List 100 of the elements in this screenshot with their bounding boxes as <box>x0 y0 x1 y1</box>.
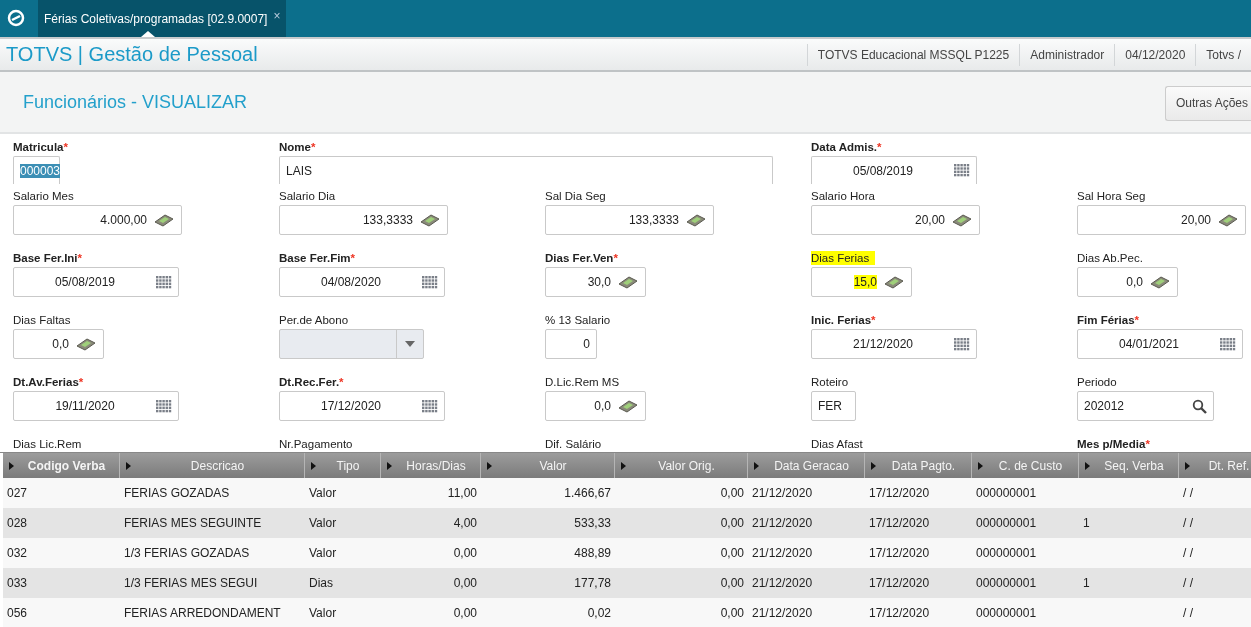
field-label: Dias Fer.Ven* <box>545 251 618 265</box>
table-cell: 17/12/2020 <box>869 546 930 560</box>
table-cell: 056 <box>7 606 28 620</box>
table-cell: 1.466,67 <box>564 486 611 500</box>
field-label: Dias Ab.Pec. <box>1077 251 1143 265</box>
date-field[interactable]: 05/08/2019 <box>13 267 179 297</box>
table-cell: 0,00 <box>453 546 477 560</box>
date-field[interactable]: 05/08/2019 <box>811 156 977 184</box>
calendar-icon[interactable] <box>954 164 970 177</box>
field-label: Fim Férias* <box>1077 313 1139 327</box>
calculator-icon[interactable] <box>685 213 707 227</box>
calendar-icon[interactable] <box>1220 337 1236 351</box>
logo-icon[interactable] <box>7 9 25 27</box>
search-field[interactable]: 202012 <box>1077 391 1214 421</box>
expand-arrow-icon[interactable] <box>126 461 131 470</box>
field-label: Inic. Ferias* <box>811 313 876 327</box>
table-cell: 0,00 <box>720 576 744 590</box>
table-cell: FERIAS ARREDONDAMENT <box>124 606 281 620</box>
table-cell: Valor <box>309 516 337 530</box>
table-cell: 21/12/2020 <box>752 486 813 500</box>
calculator-icon[interactable] <box>419 213 441 227</box>
number-field[interactable]: 30,0 <box>545 267 646 297</box>
calendar-icon[interactable] <box>422 399 438 413</box>
expand-arrow-icon[interactable] <box>754 461 759 470</box>
number-field[interactable]: 20,00 <box>1077 205 1246 235</box>
search-icon[interactable] <box>1192 398 1207 414</box>
expand-arrow-icon[interactable] <box>387 461 392 470</box>
close-icon[interactable]: × <box>273 8 281 23</box>
expand-arrow-icon[interactable] <box>311 461 316 470</box>
table-cell: 4,00 <box>453 516 477 530</box>
field-label: Matricula* <box>13 140 68 154</box>
table-cell: 0,00 <box>720 546 744 560</box>
calculator-icon[interactable] <box>951 213 973 227</box>
table-cell: 21/12/2020 <box>752 516 813 530</box>
text-field[interactable]: 000003 <box>13 156 60 184</box>
calculator-icon[interactable] <box>153 213 175 227</box>
table-cell: Valor <box>309 606 337 620</box>
field-label: Mes p/Media* <box>1077 437 1150 451</box>
calculator-icon[interactable] <box>883 275 905 289</box>
expand-arrow-icon[interactable] <box>9 461 14 470</box>
table-cell: Valor <box>309 546 337 560</box>
field-label: Sal Hora Seg <box>1077 189 1146 203</box>
calculator-icon[interactable] <box>1149 275 1171 289</box>
expand-arrow-icon[interactable] <box>487 461 492 470</box>
date-field[interactable]: 19/11/2020 <box>13 391 179 421</box>
calendar-icon[interactable] <box>422 275 438 289</box>
field-label: Dias Afast <box>811 437 863 451</box>
field-label: Base Fer.Fim* <box>279 251 356 265</box>
calendar-icon[interactable] <box>954 337 970 351</box>
table-cell: FERIAS MES SEGUINTE <box>124 516 262 530</box>
number-field[interactable]: 133,3333 <box>279 205 448 235</box>
expand-arrow-icon[interactable] <box>621 461 626 470</box>
calculator-icon[interactable] <box>1217 213 1239 227</box>
table-cell: 17/12/2020 <box>869 576 930 590</box>
page-title: Funcionários - VISUALIZAR <box>22 91 248 113</box>
tab[interactable]: Férias Coletivas/programadas [02.9.0007] × <box>38 0 287 37</box>
number-field[interactable]: 0,0 <box>13 329 104 359</box>
table-cell: 000000001 <box>976 516 1037 530</box>
field-label: Data Admis.* <box>811 140 882 154</box>
table-cell: Dias <box>309 576 333 590</box>
field-label: Salario Mes <box>13 189 74 203</box>
number-field[interactable]: 0,0 <box>1077 267 1178 297</box>
header-info: Totvs / <box>1195 43 1251 66</box>
field-label: Dt.Av.Ferias* <box>13 375 84 389</box>
calculator-icon[interactable] <box>617 399 639 413</box>
expand-arrow-icon[interactable] <box>871 461 876 470</box>
calculator-icon[interactable] <box>75 337 97 351</box>
more-actions-button[interactable]: Outras Ações <box>1165 85 1251 121</box>
text-field[interactable]: 0 <box>545 329 597 359</box>
number-field[interactable]: 20,00 <box>811 205 980 235</box>
expand-arrow-icon[interactable] <box>1185 461 1190 470</box>
calendar-icon[interactable] <box>156 275 172 289</box>
header-info: TOTVS Educacional MSSQL P1225 <box>806 43 1020 66</box>
calendar-icon[interactable] <box>156 399 172 413</box>
number-field[interactable]: 15,0 <box>811 267 912 297</box>
number-field[interactable]: 0,0 <box>545 391 646 421</box>
table-cell: 033 <box>7 576 28 590</box>
table-cell: / / <box>1183 606 1193 620</box>
calculator-icon[interactable] <box>617 275 639 289</box>
expand-arrow-icon[interactable] <box>1085 461 1090 470</box>
expand-arrow-icon[interactable] <box>978 461 983 470</box>
date-field[interactable]: 21/12/2020 <box>811 329 977 359</box>
table-cell: / / <box>1183 516 1193 530</box>
date-field[interactable]: 04/01/2021 <box>1077 329 1243 359</box>
date-field[interactable]: 04/08/2020 <box>279 267 445 297</box>
table-cell: 027 <box>7 486 28 500</box>
field-label: Nome* <box>279 140 316 154</box>
table-cell: 21/12/2020 <box>752 606 813 620</box>
table-cell: 1 <box>1083 516 1090 530</box>
text-field[interactable]: FER <box>811 391 856 421</box>
number-field[interactable]: 133,3333 <box>545 205 714 235</box>
date-field[interactable]: 17/12/2020 <box>279 391 445 421</box>
table-cell: 17/12/2020 <box>869 516 930 530</box>
field-label: Base Fer.Ini* <box>13 251 83 265</box>
app-title: TOTVS | Gestão de Pessoal <box>5 43 258 66</box>
field-label: Salario Dia <box>279 189 336 203</box>
number-field[interactable]: 4.000,00 <box>13 205 182 235</box>
text-field[interactable]: LAIS <box>279 156 773 184</box>
table-cell: 0,00 <box>720 516 744 530</box>
table-cell: 032 <box>7 546 28 560</box>
